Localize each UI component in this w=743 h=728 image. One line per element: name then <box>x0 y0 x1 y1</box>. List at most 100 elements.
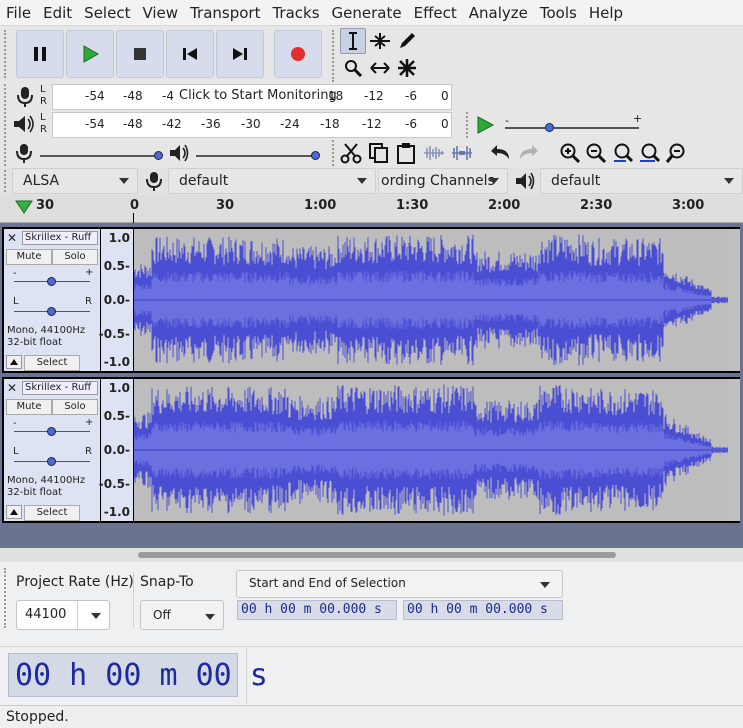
paste-icon[interactable] <box>393 140 419 166</box>
trim-audio-icon[interactable] <box>421 140 447 166</box>
mixer-grip[interactable] <box>4 140 7 166</box>
waveform[interactable] <box>133 379 729 521</box>
record-volume-slider[interactable] <box>40 155 160 157</box>
fit-selection-icon[interactable] <box>610 140 636 166</box>
skip-start-button[interactable] <box>166 30 214 78</box>
playback-volume-slider[interactable] <box>196 155 318 157</box>
play-button[interactable] <box>66 30 114 78</box>
solo-button[interactable]: Solo <box>52 249 98 265</box>
pan-knob[interactable] <box>47 457 56 466</box>
play-at-speed-grip[interactable] <box>466 112 469 138</box>
rec-meter-grip[interactable] <box>4 84 7 110</box>
collapse-track-icon[interactable] <box>6 505 22 519</box>
menu-tools[interactable]: Tools <box>534 4 583 22</box>
recording-meter[interactable]: -54 -48 -4 Click to Start Monitoring 18 … <box>52 84 452 110</box>
audio-position-value: 00 h 00 m 00 s <box>15 658 268 693</box>
gain-knob[interactable] <box>47 427 56 436</box>
pause-button[interactable] <box>16 30 64 78</box>
track-name-menu[interactable]: Skrillex - Ruff <box>22 231 98 245</box>
horizontal-scrollbar[interactable] <box>0 548 743 562</box>
cut-icon[interactable] <box>338 140 364 166</box>
selection-tool-icon[interactable] <box>340 28 366 54</box>
play-tick: -54 <box>85 117 105 131</box>
menu-view[interactable]: View <box>136 4 184 22</box>
select-track-button[interactable]: Select <box>24 505 80 521</box>
skip-end-button[interactable] <box>216 30 264 78</box>
gain-knob[interactable] <box>47 277 56 286</box>
audio-host-select[interactable]: ALSA <box>12 168 138 194</box>
recording-device-select[interactable]: default <box>168 168 376 194</box>
selection-end-time[interactable]: 00 h 00 m 00.000 s <box>403 600 563 620</box>
selection-grip[interactable] <box>4 568 7 628</box>
menu-generate[interactable]: Generate <box>326 4 408 22</box>
pan-knob[interactable] <box>47 307 56 316</box>
speed-slider[interactable] <box>505 127 639 129</box>
timeline-ruler[interactable]: 30 0 30 1:00 1:30 2:00 2:30 3:00 <box>0 195 743 223</box>
recording-channels-select[interactable]: ording Channels <box>378 168 508 194</box>
playback-device-select[interactable]: default <box>540 168 743 194</box>
audio-track[interactable]: ✕ Skrillex - Ruff Mute Solo - + L R Mono… <box>2 377 740 523</box>
selection-start-time[interactable]: 00 h 00 m 00.000 s <box>237 600 397 620</box>
collapse-track-icon[interactable] <box>6 355 22 369</box>
play-meter-grip[interactable] <box>4 112 7 138</box>
playback-volume-knob[interactable] <box>311 151 320 160</box>
menu-effect[interactable]: Effect <box>408 4 463 22</box>
menu-transport[interactable]: Transport <box>184 4 266 22</box>
menu-tracks[interactable]: Tracks <box>266 4 325 22</box>
zoom-in-icon[interactable] <box>557 140 583 166</box>
vertical-scale[interactable]: 1.0 0.5- 0.0- -0.5- -1.0 <box>99 229 133 371</box>
playback-meter[interactable]: -54 -48 -42 -36 -30 -24 -18 -12 -6 0 <box>52 112 452 138</box>
select-track-button[interactable]: Select <box>24 355 80 371</box>
empty-track-area[interactable] <box>728 229 740 371</box>
record-volume-knob[interactable] <box>154 151 163 160</box>
envelope-tool-icon[interactable] <box>367 28 393 54</box>
time-shift-tool-icon[interactable] <box>367 55 393 81</box>
toolbar-grip[interactable] <box>4 30 7 78</box>
zoom-toggle-icon[interactable] <box>664 140 690 166</box>
menu-help[interactable]: Help <box>583 4 629 22</box>
pinned-play-head-icon[interactable] <box>14 199 34 215</box>
empty-track-area[interactable] <box>728 379 740 521</box>
vertical-scale[interactable]: 1.0 0.5- 0.0- -0.5- -1.0 <box>99 379 133 521</box>
menu-analyze[interactable]: Analyze <box>463 4 534 22</box>
audio-position-time[interactable]: 00 h 00 m 00 s <box>8 653 268 697</box>
edit-grip[interactable] <box>332 140 335 166</box>
draw-tool-icon[interactable] <box>394 28 420 54</box>
track-name-menu[interactable]: Skrillex - Ruff <box>22 381 98 395</box>
project-rate-select[interactable]: 44100 <box>16 600 110 630</box>
close-track-icon[interactable]: ✕ <box>5 381 19 395</box>
menu-file[interactable]: File <box>0 4 37 22</box>
scrollbar-thumb[interactable] <box>138 552 616 558</box>
snap-to-select[interactable]: Off <box>140 600 224 630</box>
tools-grip[interactable] <box>332 30 335 82</box>
zoom-tool-icon[interactable] <box>340 55 366 81</box>
speed-slider-knob[interactable] <box>545 123 554 132</box>
audio-track[interactable]: ✕ Skrillex - Ruff Mute Solo - + L R Mono… <box>2 227 740 373</box>
play-at-speed-button[interactable] <box>474 114 496 136</box>
gain-minus: - <box>13 418 17 429</box>
waveform[interactable] <box>133 229 729 371</box>
microphone-icon[interactable] <box>14 84 36 108</box>
stop-button[interactable] <box>116 30 164 78</box>
record-button[interactable] <box>274 30 322 78</box>
scale-label: 1.0 <box>108 231 130 245</box>
rec-tick: 18 <box>328 89 344 103</box>
solo-button[interactable]: Solo <box>52 399 98 415</box>
speaker-icon[interactable] <box>12 113 36 135</box>
fit-project-icon[interactable] <box>637 140 663 166</box>
menu-edit[interactable]: Edit <box>37 4 78 22</box>
silence-audio-icon[interactable] <box>449 140 475 166</box>
zoom-out-icon[interactable] <box>583 140 609 166</box>
pan-left-label: L <box>13 446 19 457</box>
menu-select[interactable]: Select <box>78 4 136 22</box>
copy-icon[interactable] <box>366 140 392 166</box>
mic-volume-icon <box>14 141 34 165</box>
selection-mode-select[interactable]: Start and End of Selection <box>236 570 563 598</box>
device-grip[interactable] <box>4 170 7 192</box>
mute-button[interactable]: Mute <box>6 399 52 415</box>
multi-tool-icon[interactable] <box>394 55 420 81</box>
mute-button[interactable]: Mute <box>6 249 52 265</box>
close-track-icon[interactable]: ✕ <box>5 231 19 245</box>
undo-icon[interactable] <box>488 140 514 166</box>
redo-icon[interactable] <box>515 140 541 166</box>
